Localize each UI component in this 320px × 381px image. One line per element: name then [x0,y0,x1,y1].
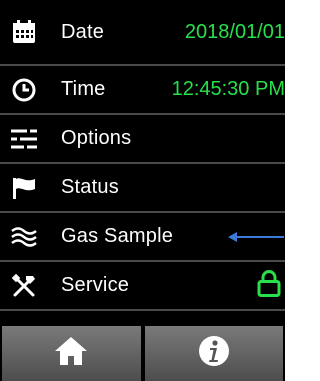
waves-icon [10,223,38,251]
menu-item-service[interactable]: Service [0,262,285,311]
main-menu: Date 2018/01/01 Time 12:45:30 PM Options… [0,0,285,311]
info-button[interactable] [144,326,283,381]
calendar-icon [10,18,38,46]
home-button[interactable] [2,326,141,381]
clock-icon [10,76,38,104]
time-label: Time [61,78,106,100]
options-label: Options [61,127,132,149]
home-icon [53,335,89,372]
date-value: 2018/01/01 [184,20,285,43]
tools-icon [10,272,38,300]
menu-item-time[interactable]: Time 12:45:30 PM [0,66,285,115]
gas-sample-label: Gas Sample [61,225,174,247]
device-screen: Date 2018/01/01 Time 12:45:30 PM Options… [0,0,285,381]
footer-bar [0,324,285,381]
pointer-arrow-icon [228,231,284,242]
menu-item-gas-sample[interactable]: Gas Sample [0,213,285,262]
menu-item-status[interactable]: Status [0,164,285,213]
flag-icon [10,174,38,202]
sliders-icon [10,125,38,153]
status-label: Status [61,176,119,198]
time-value: 12:45:30 PM [171,78,285,100]
info-icon [198,335,230,372]
menu-item-date[interactable]: Date 2018/01/01 [0,0,285,66]
date-label: Date [61,20,105,43]
menu-item-options[interactable]: Options [0,115,285,164]
service-label: Service [61,274,130,296]
lock-icon [257,269,281,302]
